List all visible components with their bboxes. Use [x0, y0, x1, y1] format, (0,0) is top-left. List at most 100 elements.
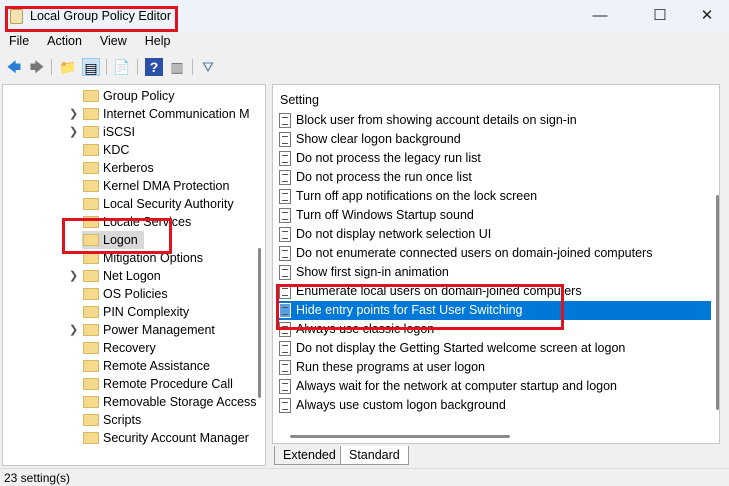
show-hide-tree-icon[interactable]: ▤: [82, 58, 100, 76]
highlight-selected-setting: [276, 284, 564, 330]
tree-item-label: Recovery: [103, 341, 156, 355]
properties-icon[interactable]: ▥: [168, 58, 186, 76]
chevron-right-icon[interactable]: ❯: [69, 125, 78, 138]
tree-item[interactable]: Security Account Manager: [3, 429, 265, 447]
tree-item-label: Removable Storage Access: [103, 395, 257, 409]
tree-item-label: Power Management: [103, 323, 215, 337]
menu-bar: File Action View Help: [0, 34, 180, 52]
setting-row[interactable]: Do not display the Getting Started welco…: [277, 339, 711, 358]
menu-action[interactable]: Action: [38, 34, 91, 52]
tree-item[interactable]: KDC: [3, 141, 265, 159]
forward-icon[interactable]: 🡆: [28, 58, 46, 76]
policy-setting-icon: [279, 227, 291, 242]
separator: [192, 59, 193, 75]
tree-item[interactable]: ❯ iSCSI: [3, 123, 265, 141]
highlight-title: [5, 6, 178, 32]
policy-setting-icon: [279, 265, 291, 280]
folder-icon: [83, 288, 99, 300]
tree-item[interactable]: Remote Procedure Call: [3, 375, 265, 393]
menu-help[interactable]: Help: [136, 34, 180, 52]
filter-icon[interactable]: ⛛: [199, 58, 217, 76]
policy-setting-icon: [279, 379, 291, 394]
tab-extended[interactable]: Extended: [274, 446, 345, 465]
setting-row[interactable]: Show first sign-in animation: [277, 263, 711, 282]
menu-file[interactable]: File: [0, 34, 38, 52]
setting-row[interactable]: Do not display network selection UI: [277, 225, 711, 244]
up-folder-icon[interactable]: 📁: [59, 58, 77, 76]
setting-row[interactable]: Turn off Windows Startup sound: [277, 206, 711, 225]
setting-row[interactable]: Do not process the run once list: [277, 168, 711, 187]
tab-standard[interactable]: Standard: [340, 446, 409, 465]
tree-item[interactable]: PIN Complexity: [3, 303, 265, 321]
tree-pane: Group Policy ❯ Internet Communication M ❯ iS…: [2, 84, 266, 466]
setting-label: Always wait for the network at computer …: [296, 379, 617, 393]
chevron-right-icon[interactable]: ❯: [69, 269, 78, 282]
close-button[interactable]: ✕: [692, 4, 722, 28]
folder-icon: [83, 306, 99, 318]
folder-icon: [83, 162, 99, 174]
setting-row[interactable]: Turn off app notifications on the lock s…: [277, 187, 711, 206]
folder-icon: [83, 144, 99, 156]
settings-vscrollbar[interactable]: [716, 195, 719, 410]
tree-item-label: Internet Communication M: [103, 107, 250, 121]
settings-pane: Setting Block user from showing account …: [272, 84, 720, 444]
chevron-right-icon[interactable]: ❯: [69, 323, 78, 336]
setting-label: Always use custom logon background: [296, 398, 506, 412]
setting-label: Do not display network selection UI: [296, 227, 492, 241]
setting-row[interactable]: Do not enumerate connected users on doma…: [277, 244, 711, 263]
setting-label: Do not process the run once list: [296, 170, 472, 184]
tree-item[interactable]: Group Policy: [3, 87, 265, 105]
folder-icon: [83, 90, 99, 102]
back-icon[interactable]: 🡄: [5, 58, 23, 76]
separator: [137, 59, 138, 75]
setting-label: Run these programs at user logon: [296, 360, 485, 374]
setting-row[interactable]: Always use custom logon background: [277, 396, 711, 415]
help-icon[interactable]: ?: [145, 58, 163, 76]
policy-setting-icon: [279, 132, 291, 147]
tree-item[interactable]: Local Security Authority: [3, 195, 265, 213]
tree-item-label: Net Logon: [103, 269, 161, 283]
policy-setting-icon: [279, 208, 291, 223]
tree-item[interactable]: OS Policies: [3, 285, 265, 303]
tree-item-label: Kernel DMA Protection: [103, 179, 230, 193]
tree-item[interactable]: Scripts: [3, 411, 265, 429]
tree-item[interactable]: Kernel DMA Protection: [3, 177, 265, 195]
minimize-button[interactable]: —: [585, 4, 615, 28]
tree-item[interactable]: Kerberos: [3, 159, 265, 177]
setting-row[interactable]: Run these programs at user logon: [277, 358, 711, 377]
menu-view[interactable]: View: [91, 34, 136, 52]
chevron-right-icon[interactable]: ❯: [69, 107, 78, 120]
folder-icon: [83, 198, 99, 210]
separator: [106, 59, 107, 75]
status-text: 23 setting(s): [4, 471, 71, 485]
folder-icon: [83, 342, 99, 354]
setting-column-header[interactable]: Setting: [280, 93, 319, 107]
tree-item[interactable]: ❯ Power Management: [3, 321, 265, 339]
tree-item-label: Remote Assistance: [103, 359, 210, 373]
tree-item-label: Local Security Authority: [103, 197, 234, 211]
policy-setting-icon: [279, 189, 291, 204]
tree-item[interactable]: ❯ Net Logon: [3, 267, 265, 285]
maximize-button[interactable]: ☐: [645, 4, 675, 28]
setting-row[interactable]: Do not process the legacy run list: [277, 149, 711, 168]
tree-item-label: KDC: [103, 143, 130, 157]
tree-item-label: Kerberos: [103, 161, 154, 175]
tree-item[interactable]: ❯ Internet Communication M: [3, 105, 265, 123]
policy-setting-icon: [279, 360, 291, 375]
setting-row[interactable]: Show clear logon background: [277, 130, 711, 149]
tree-item[interactable]: Removable Storage Access: [3, 393, 265, 411]
folder-icon: [83, 126, 99, 138]
policy-setting-icon: [279, 341, 291, 356]
setting-row[interactable]: Block user from showing account details …: [277, 111, 711, 130]
tree-item[interactable]: Remote Assistance: [3, 357, 265, 375]
setting-row[interactable]: Always wait for the network at computer …: [277, 377, 711, 396]
toolbar: 🡄 🡆 📁 ▤ 📄 ? ▥ ⛛: [0, 56, 729, 78]
tree-item[interactable]: Recovery: [3, 339, 265, 357]
policy-setting-icon: [279, 151, 291, 166]
folder-icon: [83, 180, 99, 192]
settings-hscrollbar[interactable]: [290, 435, 510, 438]
tree-item-label: iSCSI: [103, 125, 135, 139]
export-list-icon[interactable]: 📄: [113, 58, 131, 76]
setting-label: Do not enumerate connected users on doma…: [296, 246, 653, 260]
tree-scrollbar[interactable]: [258, 248, 261, 398]
